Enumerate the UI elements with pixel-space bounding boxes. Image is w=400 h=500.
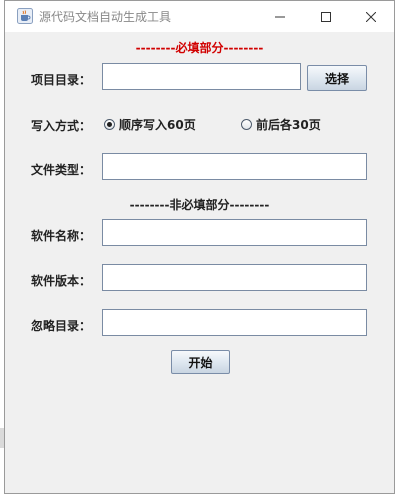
desktop-background: 源代码文档自动生成工具 --------必填部分-------- 项目目录： 选… xyxy=(0,0,400,500)
radio-front-back-30[interactable]: 前后各30页 xyxy=(241,116,321,133)
write-mode-label: 写入方式： xyxy=(30,119,91,133)
radio-sequential-60[interactable]: 顺序写入60页 xyxy=(104,116,196,133)
project-dir-label: 项目目录： xyxy=(30,73,91,87)
software-version-input[interactable] xyxy=(102,264,367,291)
required-section-header: --------必填部分-------- xyxy=(135,41,264,55)
window-title: 源代码文档自动生成工具 xyxy=(39,10,172,24)
app-window: 源代码文档自动生成工具 --------必填部分-------- 项目目录： 选… xyxy=(4,0,395,494)
close-button[interactable] xyxy=(348,1,394,32)
choose-button[interactable]: 选择 xyxy=(307,65,367,91)
minimize-button[interactable] xyxy=(257,1,303,32)
ignore-dir-label: 忽略目录： xyxy=(30,319,91,333)
optional-section-header: --------非必填部分-------- xyxy=(129,198,270,212)
maximize-icon xyxy=(321,11,331,22)
radio-sequential-60-label: 顺序写入60页 xyxy=(119,118,196,132)
software-name-input[interactable] xyxy=(102,219,367,246)
minimize-icon xyxy=(275,16,285,17)
close-icon xyxy=(366,11,376,22)
software-name-label: 软件名称： xyxy=(30,229,91,243)
radio-unchecked-icon xyxy=(241,119,252,130)
radio-checked-icon xyxy=(104,119,115,130)
maximize-button[interactable] xyxy=(303,1,349,32)
start-button[interactable]: 开始 xyxy=(171,350,230,374)
file-type-label: 文件类型： xyxy=(30,163,91,177)
title-bar[interactable]: 源代码文档自动生成工具 xyxy=(5,1,394,32)
java-cup-icon xyxy=(17,8,33,24)
ignore-dir-input[interactable] xyxy=(102,309,367,336)
project-dir-input[interactable] xyxy=(102,63,301,90)
file-type-input[interactable] xyxy=(102,153,367,180)
radio-front-back-30-label: 前后各30页 xyxy=(256,118,321,132)
software-version-label: 软件版本： xyxy=(30,274,91,288)
